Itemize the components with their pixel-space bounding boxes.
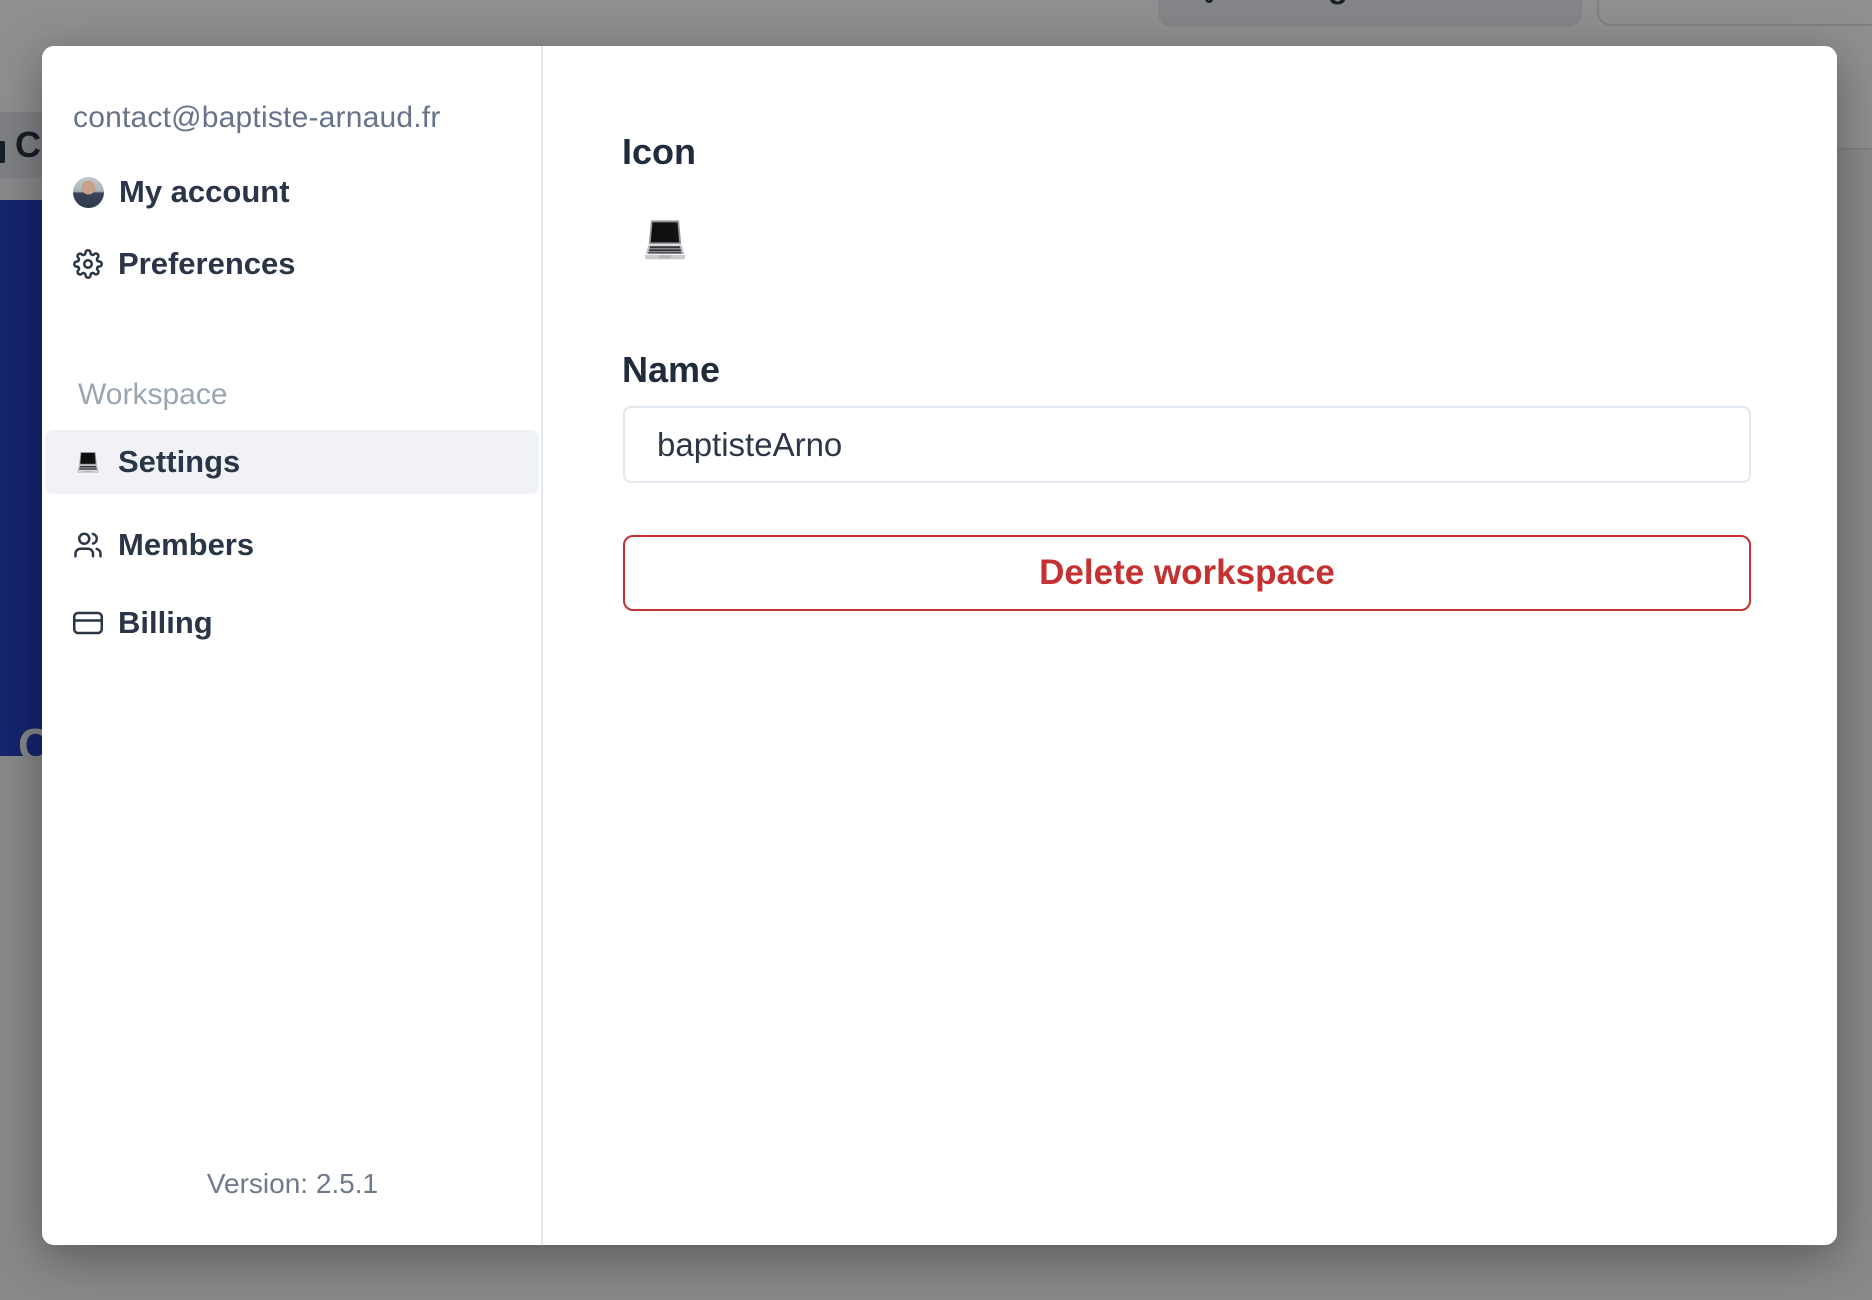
sidebar-item-billing[interactable]: Billing	[73, 605, 213, 640]
billing-label: Billing	[118, 605, 213, 640]
laptop-icon	[637, 215, 693, 265]
account-email-label: contact@baptiste-arnaud.fr	[73, 101, 441, 134]
preferences-label: Preferences	[118, 246, 296, 281]
workspace-name-input[interactable]	[623, 406, 1751, 483]
workspace-settings-modal: contact@baptiste-arnaud.fr My account Pr…	[42, 46, 1837, 1245]
name-section-title: Name	[622, 349, 721, 390]
workspace-icon-button[interactable]	[637, 212, 693, 268]
sidebar-item-settings-selected[interactable]: Settings	[45, 430, 539, 494]
user-avatar	[73, 176, 104, 208]
gear-icon	[73, 249, 103, 279]
delete-workspace-button[interactable]: Delete workspace	[623, 535, 1751, 611]
sidebar-item-members[interactable]: Members	[73, 527, 255, 562]
members-label: Members	[118, 527, 255, 562]
credit-card-icon	[73, 608, 103, 638]
laptop-icon	[73, 449, 103, 476]
sidebar-item-my-account[interactable]: My account	[73, 174, 290, 209]
users-icon	[73, 530, 103, 560]
sidebar-item-preferences[interactable]: Preferences	[73, 246, 296, 281]
settings-content: Icon Name Delete workspace	[545, 46, 1837, 1245]
version-label: Version: 2.5.1	[206, 1168, 379, 1199]
icon-section-title: Icon	[622, 131, 697, 172]
my-account-label: My account	[119, 174, 290, 209]
settings-sidebar: contact@baptiste-arnaud.fr My account Pr…	[42, 46, 543, 1245]
settings-label: Settings	[118, 444, 241, 479]
workspace-section-title: Workspace	[78, 378, 228, 411]
